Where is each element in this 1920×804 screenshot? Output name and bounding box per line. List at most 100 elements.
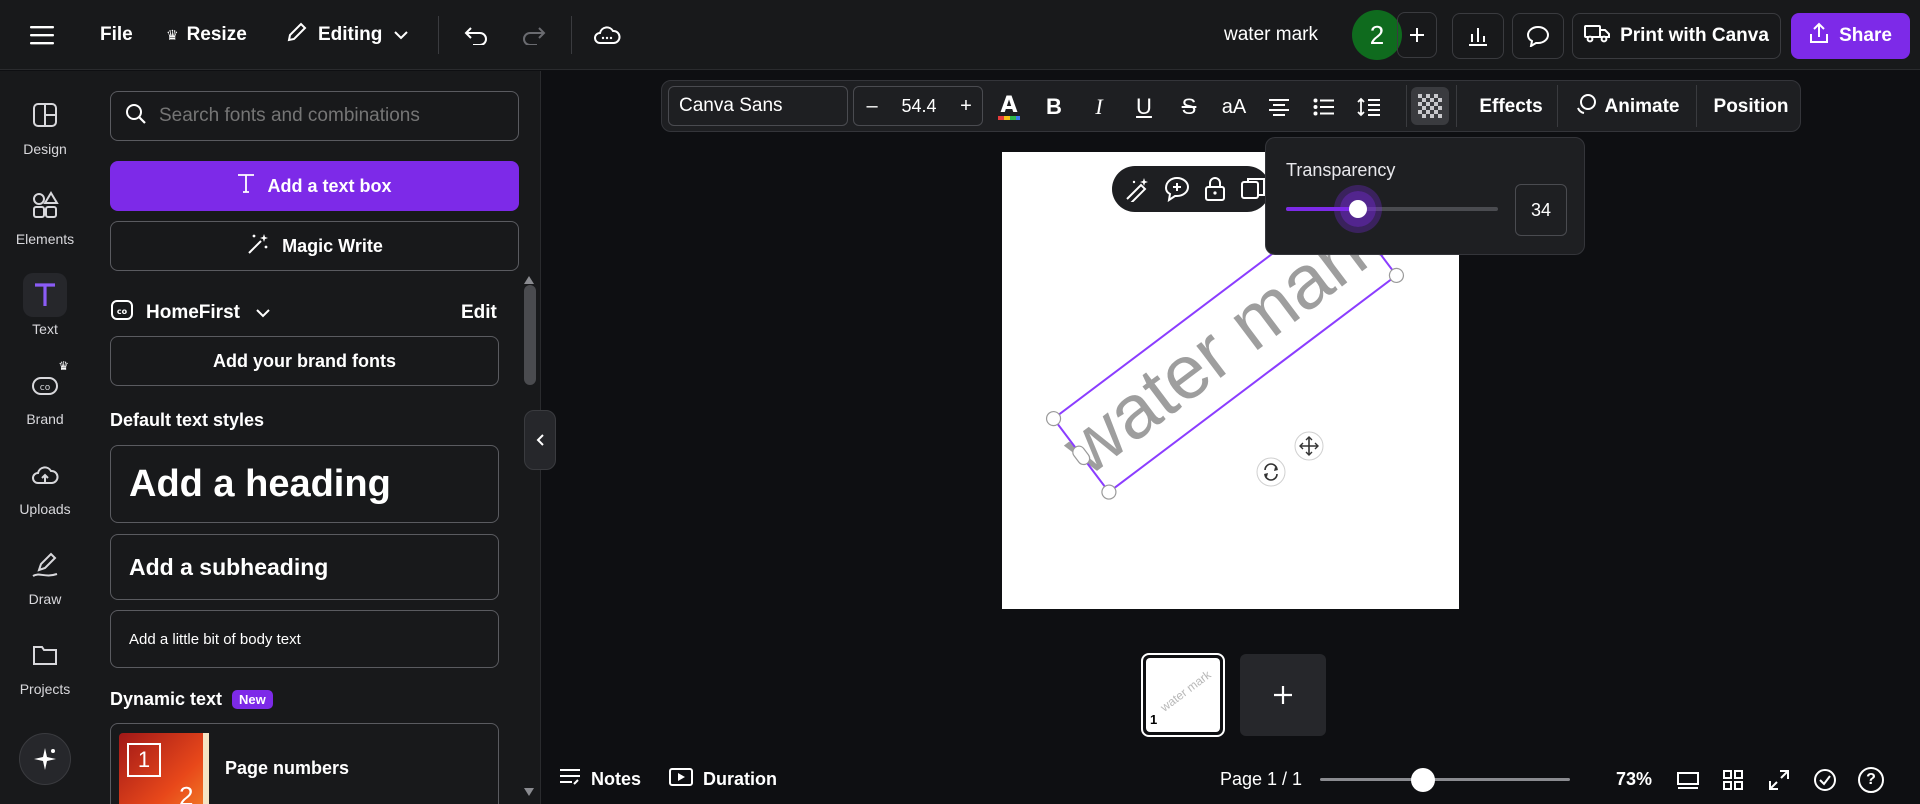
magic-wand-icon [246, 232, 270, 261]
panel-scroll-thumb[interactable] [524, 285, 536, 385]
add-collaborator-icon[interactable] [1397, 12, 1437, 58]
scroll-up-icon[interactable] [524, 276, 534, 284]
animate-label: Animate [1604, 96, 1680, 117]
effects-button[interactable]: Effects [1466, 81, 1556, 133]
brand-icon: co ♛ [23, 359, 69, 407]
rail-item-elements[interactable]: Elements [0, 183, 90, 247]
file-menu[interactable]: File [100, 0, 133, 70]
menu-icon[interactable] [30, 0, 54, 70]
print-with-canva-button[interactable]: Print with Canva [1572, 13, 1781, 59]
duration-button[interactable]: Duration [669, 755, 777, 804]
text-icon [23, 273, 67, 317]
letter-case-button[interactable]: aA [1214, 81, 1254, 133]
add-brand-fonts-button[interactable]: Add your brand fonts [110, 336, 499, 386]
comment-icon[interactable] [1512, 13, 1564, 59]
collaborator-avatar[interactable]: 2 [1352, 10, 1402, 60]
italic-button[interactable]: I [1079, 81, 1119, 133]
page-indicator[interactable]: Page 1 / 1 [1220, 755, 1302, 804]
new-badge: New [232, 690, 273, 709]
rail-item-text[interactable]: Text [0, 273, 90, 337]
magic-edit-icon[interactable] [1124, 176, 1150, 207]
zoom-slider-thumb[interactable] [1410, 768, 1435, 792]
print-label: Print with Canva [1620, 25, 1769, 46]
add-comment-icon[interactable] [1164, 176, 1190, 207]
rail-label: Brand [26, 411, 64, 427]
add-body-text-button[interactable]: Add a little bit of body text [110, 610, 499, 668]
insights-icon[interactable] [1452, 13, 1504, 59]
cloud-save-icon[interactable] [593, 0, 621, 70]
list-icon[interactable] [1304, 81, 1344, 133]
rail-label: Elements [15, 231, 75, 247]
zoom-slider-track[interactable] [1320, 768, 1570, 792]
bold-button[interactable]: B [1034, 81, 1074, 133]
text-color-icon[interactable]: A [989, 81, 1029, 133]
add-page-button[interactable] [1240, 654, 1326, 736]
document-title[interactable]: water mark [1224, 0, 1318, 70]
text-t-icon [237, 173, 255, 199]
share-icon [1809, 22, 1829, 50]
check-circle-icon[interactable] [1813, 755, 1837, 804]
uploads-icon [23, 453, 67, 497]
brand-kit-selector[interactable]: co HomeFirst [110, 293, 270, 333]
element-context-bar [1112, 166, 1270, 212]
resize-button[interactable]: ♛ Resize [166, 0, 247, 70]
default-text-styles-heading: Default text styles [110, 410, 265, 430]
line-spacing-icon[interactable] [1349, 81, 1389, 133]
zoom-level[interactable]: 73% [1599, 755, 1669, 804]
rail-label: Uploads [19, 501, 71, 517]
thumb-number: 1 [127, 743, 161, 777]
editing-mode-button[interactable]: Editing [286, 0, 409, 70]
duplicate-icon[interactable] [1240, 176, 1266, 207]
magic-sparkle-icon[interactable] [19, 733, 71, 785]
font-size-increase-button[interactable]: + [948, 87, 984, 125]
align-center-icon[interactable] [1259, 81, 1299, 133]
underline-button[interactable]: U [1124, 81, 1164, 133]
transparency-slider-thumb[interactable] [1340, 191, 1377, 227]
rail-item-draw[interactable]: Draw [0, 543, 90, 607]
share-label: Share [1839, 25, 1892, 46]
fullscreen-icon[interactable] [1768, 755, 1790, 804]
edit-brand-link[interactable]: Edit [461, 293, 497, 333]
add-text-box-button[interactable]: Add a text box [110, 161, 519, 211]
transparency-title: Transparency [1286, 160, 1396, 180]
transparency-value-input[interactable]: 34 [1515, 184, 1567, 236]
font-search-input[interactable] [159, 105, 499, 127]
rotate-icon[interactable] [1256, 457, 1286, 487]
redo-icon[interactable] [521, 0, 547, 70]
notes-button[interactable]: Notes [559, 755, 641, 804]
add-heading-button[interactable]: Add a heading [110, 445, 499, 523]
position-button[interactable]: Position [1706, 81, 1796, 133]
magic-write-label: Magic Write [282, 235, 383, 256]
scroll-down-icon[interactable] [524, 788, 534, 796]
lock-icon[interactable] [1204, 176, 1226, 207]
transparency-slider-track[interactable] [1286, 191, 1498, 227]
play-box-icon [669, 767, 693, 792]
undo-icon[interactable] [463, 0, 489, 70]
add-subheading-button[interactable]: Add a subheading [110, 534, 499, 600]
rail-item-projects[interactable]: Projects [0, 633, 90, 697]
divider [1406, 85, 1407, 127]
font-family-dropdown[interactable]: Canva Sans [668, 86, 848, 126]
rail-item-design[interactable]: Design [0, 93, 90, 157]
strikethrough-button[interactable]: S [1169, 81, 1209, 133]
rail-item-uploads[interactable]: Uploads [0, 453, 90, 517]
share-button[interactable]: Share [1791, 13, 1910, 59]
grid-view-icon[interactable] [1722, 755, 1744, 804]
page-numbers-option[interactable]: 1 2 Page numbers [110, 723, 499, 804]
transparency-popover: Transparency 34 [1265, 137, 1585, 255]
thumbnail-page-number: 1 [1150, 712, 1158, 727]
brand-kit-icon: co [110, 299, 134, 327]
magic-write-button[interactable]: Magic Write [110, 221, 519, 271]
page-view-icon[interactable] [1676, 755, 1700, 804]
font-size-input[interactable]: 54.4 [890, 87, 948, 125]
transparency-icon[interactable] [1411, 87, 1449, 125]
page-thumbnail-preview: water mark 1 [1146, 658, 1220, 732]
page-thumbnail[interactable]: water mark 1 [1141, 653, 1225, 737]
animate-button[interactable]: Animate [1568, 81, 1686, 133]
font-size-decrease-button[interactable]: – [854, 87, 890, 125]
font-search-field[interactable] [110, 91, 519, 141]
chevron-left-icon [536, 434, 544, 446]
collapse-panel-button[interactable] [524, 410, 556, 470]
rail-item-brand[interactable]: co ♛ Brand [0, 359, 90, 427]
help-button[interactable]: ? [1858, 755, 1884, 804]
